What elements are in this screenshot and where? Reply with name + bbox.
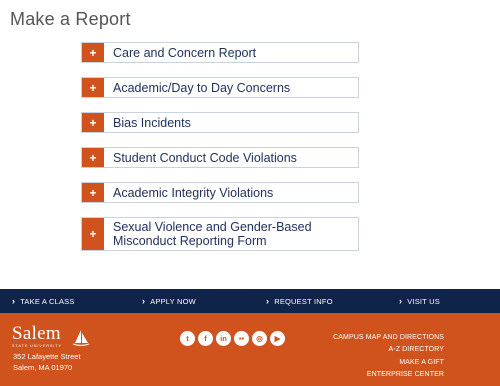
report-accordion: + Care and Concern Report + Academic/Day… [81, 42, 359, 265]
linkedin-icon[interactable]: in [216, 331, 231, 346]
quick-links-bar: › TAKE A CLASS › APPLY NOW › REQUEST INF… [0, 289, 500, 313]
sail-logo-icon [72, 330, 90, 346]
footer-link-make-a-gift[interactable]: MAKE A GIFT [333, 357, 444, 369]
plus-icon[interactable]: + [82, 218, 104, 250]
footer-link-campus-map[interactable]: CAMPUS MAP AND DIRECTIONS [333, 332, 444, 344]
address-city: Salem, MA 01970 [13, 362, 73, 372]
plus-icon[interactable]: + [82, 78, 104, 97]
plus-icon[interactable]: + [82, 43, 104, 62]
accordion-item-care-and-concern[interactable]: + Care and Concern Report [81, 42, 359, 63]
plus-icon[interactable]: + [82, 183, 104, 202]
accordion-item-academic-integrity[interactable]: + Academic Integrity Violations [81, 182, 359, 203]
accordion-item-academic-concerns[interactable]: + Academic/Day to Day Concerns [81, 77, 359, 98]
facebook-icon[interactable]: f [198, 331, 213, 346]
footer-link-enterprise-center[interactable]: ENTERPRISE CENTER [333, 369, 444, 381]
plus-icon[interactable]: + [82, 148, 104, 167]
site-footer: Salem STATE UNIVERSITY 352 Lafayette Str… [0, 313, 500, 386]
chevron-right-icon: › [12, 296, 16, 306]
accordion-item-label: Bias Incidents [113, 115, 191, 130]
quicklink-label: VISIT US [407, 296, 440, 306]
instagram-icon[interactable]: ◎ [252, 331, 267, 346]
footer-link-az-directory[interactable]: A-Z DIRECTORY [333, 344, 444, 356]
youtube-icon[interactable]: ▶ [270, 331, 285, 346]
accordion-item-sexual-violence[interactable]: + Sexual Violence and Gender-Based Misco… [81, 217, 359, 251]
social-links: t f in •• ◎ ▶ [180, 331, 285, 346]
accordion-item-label: Care and Concern Report [113, 45, 257, 60]
plus-icon[interactable]: + [82, 113, 104, 132]
accordion-item-label: Student Conduct Code Violations [113, 150, 297, 165]
flickr-icon[interactable]: •• [234, 331, 249, 346]
quicklink-visit-us[interactable]: › VISIT US [399, 289, 440, 313]
accordion-item-bias-incidents[interactable]: + Bias Incidents [81, 112, 359, 133]
quicklink-take-a-class[interactable]: › TAKE A CLASS [12, 289, 75, 313]
quicklink-label: REQUEST INFO [274, 296, 333, 306]
quicklink-apply-now[interactable]: › APPLY NOW [142, 289, 196, 313]
footer-links: CAMPUS MAP AND DIRECTIONS A-Z DIRECTORY … [333, 332, 444, 382]
quicklink-label: APPLY NOW [150, 296, 196, 306]
quicklink-request-info[interactable]: › REQUEST INFO [266, 289, 333, 313]
chevron-right-icon: › [142, 296, 146, 306]
page-title: Make a Report [10, 9, 131, 29]
accordion-item-label: Academic/Day to Day Concerns [113, 80, 291, 95]
quicklink-label: TAKE A CLASS [20, 296, 75, 306]
twitter-icon[interactable]: t [180, 331, 195, 346]
accordion-item-conduct-code[interactable]: + Student Conduct Code Violations [81, 147, 359, 168]
accordion-item-label: Sexual Violence and Gender-Based Miscond… [113, 220, 312, 248]
chevron-right-icon: › [399, 296, 403, 306]
accordion-item-label: Academic Integrity Violations [113, 185, 274, 200]
campus-address: 352 Lafayette Street Salem, MA 01970 [13, 352, 81, 373]
chevron-right-icon: › [266, 296, 270, 306]
address-street: 352 Lafayette Street [13, 352, 81, 361]
